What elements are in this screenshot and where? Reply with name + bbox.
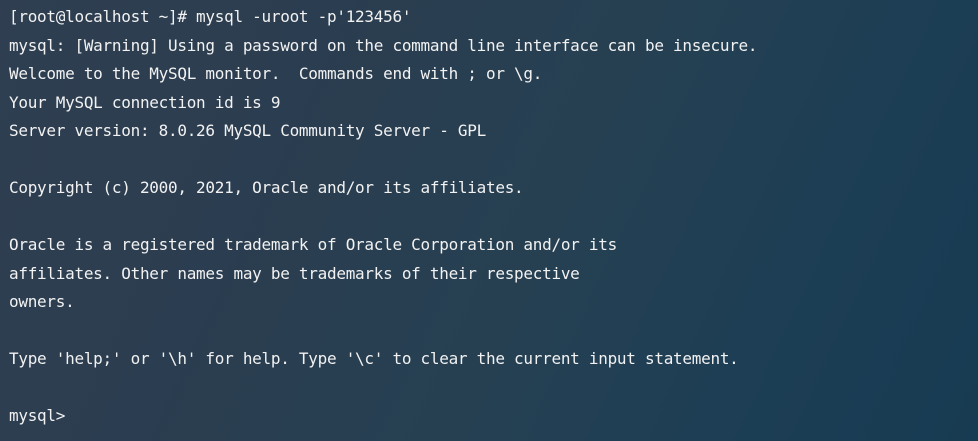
shell-command-line: [root@localhost ~]# mysql -uroot -p'1234… xyxy=(9,7,412,26)
mysql-prompt: mysql> xyxy=(9,406,66,425)
warning-line: mysql: [Warning] Using a password on the… xyxy=(9,35,758,55)
copyright-line: Copyright (c) 2000, 2021, Oracle and/or … xyxy=(9,178,524,197)
welcome-line: Welcome to the MySQL monitor. Commands e… xyxy=(9,64,543,83)
terminal-window[interactable]: [root@localhost ~]# mysql -uroot -p'1234… xyxy=(0,0,978,441)
trademark-line-3: owners. xyxy=(9,292,75,311)
mysql-prompt-line[interactable]: mysql> xyxy=(9,402,978,431)
trademark-line-2: affiliates. Other names may be trademark… xyxy=(9,263,580,283)
connection-id-line: Your MySQL connection id is 9 xyxy=(9,92,281,112)
server-version-line: Server version: 8.0.26 MySQL Community S… xyxy=(9,121,486,140)
input-cursor[interactable] xyxy=(65,407,74,424)
trademark-line-1: Oracle is a registered trademark of Orac… xyxy=(9,235,617,254)
help-line: Type 'help;' or '\h' for help. Type '\c'… xyxy=(9,349,739,368)
